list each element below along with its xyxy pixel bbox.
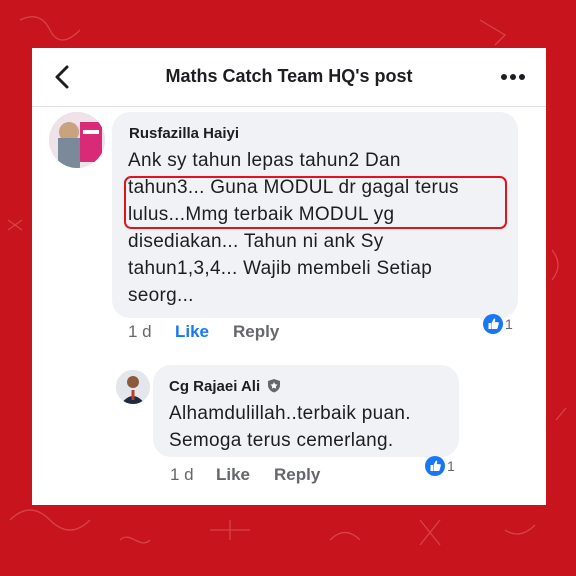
back-button[interactable] [48,62,78,92]
reply-bubble: Cg Rajaei Ali Alhamdulillah..terbaik pua… [153,365,459,457]
post-header: Maths Catch Team HQ's post [32,48,546,107]
reply-like-link[interactable]: Like [216,465,250,485]
reply-author-name: Cg Rajaei Ali [169,378,261,395]
commenter-avatar[interactable] [49,112,105,168]
comment-text: Ank sy tahun lepas tahun2 Dan tahun3... … [128,150,459,306]
reply-author[interactable]: Cg Rajaei Ali [169,378,281,395]
reply-text: Alhamdulillah..terbaik puan. Semoga teru… [169,403,411,451]
reply-reaction-summary[interactable]: 1 [425,456,455,476]
comment-author[interactable]: Rusfazilla Haiyi [129,125,239,142]
reaction-summary[interactable]: 1 [483,314,513,334]
comment-time: 1 d [128,322,152,341]
post-comments-card: Maths Catch Team HQ's post Rusfazilla Ha… [32,48,546,505]
page-title: Maths Catch Team HQ's post [165,66,413,86]
profile-photo [116,370,150,404]
reply-reply-link[interactable]: Reply [274,465,320,485]
profile-photo [49,112,105,168]
more-options-button[interactable] [498,62,528,92]
reply-time: 1 d [170,465,194,484]
reaction-count: 1 [447,458,455,474]
reply-avatar[interactable] [116,370,150,404]
reply-link[interactable]: Reply [233,322,279,342]
shield-badge-icon [268,379,281,393]
chevron-left-icon [55,65,69,89]
thumbs-up-icon [425,456,445,476]
more-horizontal-icon [501,74,525,80]
reaction-count: 1 [505,316,513,332]
like-link[interactable]: Like [175,322,209,342]
comment-bubble: Rusfazilla Haiyi Ank sy tahun lepas tahu… [112,112,518,318]
thumbs-up-icon [483,314,503,334]
